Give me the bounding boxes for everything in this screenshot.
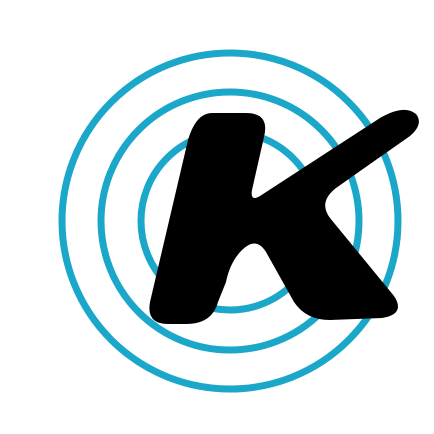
app-logo xyxy=(0,0,434,434)
k-letter-rings-logo-icon xyxy=(0,0,434,434)
